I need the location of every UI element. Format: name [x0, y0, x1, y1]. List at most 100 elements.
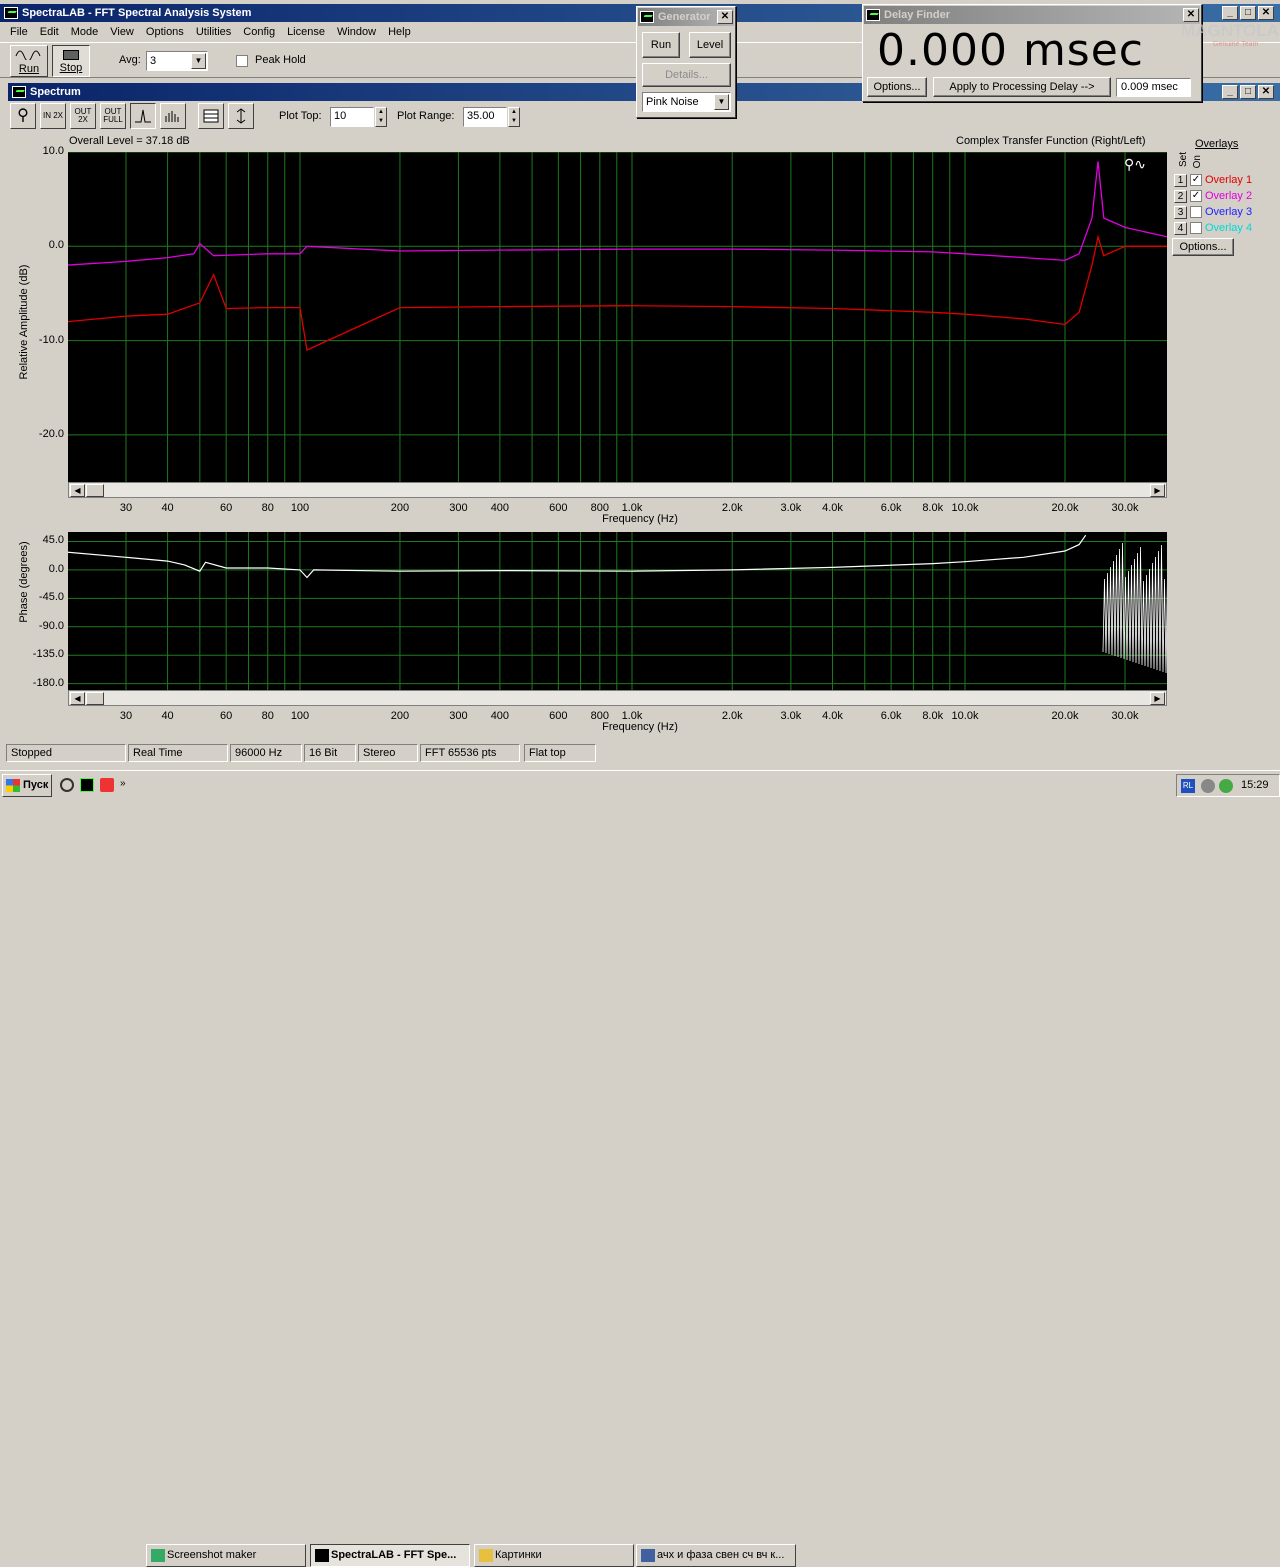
overlay-checkbox[interactable]: ✓	[1190, 190, 1202, 202]
chevron-down-icon[interactable]: ▼	[191, 53, 206, 69]
taskbar-image[interactable]: ачх и фаза свен сч вч к...	[636, 1544, 796, 1567]
x-tick-label: 20.0k	[1051, 502, 1079, 514]
run-button[interactable]: Run	[10, 45, 48, 77]
y-tick-label: 0.0	[48, 562, 64, 575]
generator-details-button[interactable]: Details...	[642, 63, 731, 87]
browser-icon[interactable]	[60, 778, 74, 792]
phase-plot[interactable]	[68, 532, 1167, 690]
close-icon[interactable]: ✕	[1258, 85, 1274, 99]
autoscale-icon[interactable]	[228, 103, 254, 129]
signal-type-select[interactable]: Pink Noise ▼	[642, 92, 731, 112]
generator-level-button[interactable]: Level	[689, 32, 731, 58]
zoom-out-2x-icon[interactable]: OUT 2X	[70, 103, 96, 129]
menu-mode[interactable]: Mode	[65, 26, 105, 38]
menu-config[interactable]: Config	[237, 26, 281, 38]
language-indicator[interactable]: RL	[1181, 779, 1195, 793]
scroll-thumb[interactable]	[86, 692, 104, 705]
app-title: SpectraLAB - FFT Spectral Analysis Syste…	[22, 7, 252, 19]
main-window-controls: _ □ ✕	[1222, 6, 1274, 20]
amplitude-scrollbar[interactable]: ◀ ▶	[68, 482, 1167, 498]
x-tick-label: 600	[549, 710, 568, 722]
scroll-left-icon[interactable]: ◀	[70, 484, 85, 497]
taskbar-folder[interactable]: Картинки	[474, 1544, 634, 1567]
app-icon	[151, 1549, 165, 1562]
x-tick-label: 600	[549, 502, 568, 514]
menu-help[interactable]: Help	[382, 26, 417, 38]
scroll-thumb[interactable]	[86, 484, 104, 497]
chevron-down-icon[interactable]: ▼	[714, 94, 729, 110]
close-icon[interactable]: ✕	[717, 10, 733, 24]
plot-top-input[interactable]: 10	[330, 107, 374, 127]
plot-background	[68, 532, 1167, 690]
spectrum-icon	[12, 86, 26, 98]
menu-options[interactable]: Options	[140, 26, 190, 38]
network-icon[interactable]	[1219, 779, 1233, 793]
menu-window[interactable]: Window	[331, 26, 382, 38]
zoom-out-full-icon[interactable]: OUT FULL	[100, 103, 126, 129]
minimize-icon[interactable]: _	[1222, 85, 1238, 99]
clock: 15:29	[1241, 779, 1269, 791]
x-tick-label: 60	[220, 710, 233, 722]
more-chevron-icon[interactable]: »	[120, 778, 126, 792]
close-icon[interactable]: ✕	[1258, 6, 1274, 20]
overlays-title: Overlays	[1195, 138, 1239, 150]
x-tick-label: 30	[119, 502, 133, 514]
x-tick-label: 200	[390, 502, 410, 514]
opera-icon[interactable]	[100, 778, 114, 792]
phase-scrollbar[interactable]: ◀ ▶	[68, 690, 1167, 706]
menu-edit[interactable]: Edit	[34, 26, 65, 38]
bar-mode-icon[interactable]	[160, 103, 186, 129]
x-tick-label: 6.0k	[880, 502, 902, 514]
taskbar-screenshot-maker[interactable]: Screenshot maker	[146, 1544, 306, 1567]
maximize-icon[interactable]: □	[1240, 6, 1256, 20]
menu-view[interactable]: View	[104, 26, 140, 38]
generator-icon	[640, 11, 654, 23]
plot-range-input[interactable]: 35.00	[463, 107, 507, 127]
overlay-checkbox[interactable]: ✓	[1190, 174, 1202, 186]
y-tick-label: 0.0	[48, 239, 64, 252]
stop-button[interactable]: Stop	[52, 45, 90, 77]
line-mode-icon[interactable]	[130, 103, 156, 129]
app-icon	[479, 1549, 493, 1562]
menu-utilities[interactable]: Utilities	[190, 26, 237, 38]
avg-select[interactable]: 3 ▼	[146, 51, 208, 71]
on-label: On	[1192, 155, 1203, 169]
overlay-set-button[interactable]: 4	[1174, 221, 1187, 235]
stop-icon	[63, 50, 79, 60]
scroll-right-icon[interactable]: ▶	[1150, 484, 1165, 497]
plot-top-spinner[interactable]: ▲ ▼	[375, 107, 387, 127]
amplitude-plot[interactable]	[68, 152, 1167, 482]
overlay-checkbox[interactable]	[1190, 222, 1202, 234]
overlay-set-button[interactable]: 1	[1174, 173, 1187, 187]
table-icon[interactable]	[198, 103, 224, 129]
x-tick-label: 100	[290, 710, 310, 722]
overlay-checkbox[interactable]	[1190, 206, 1202, 218]
y-tick-label: -45.0	[38, 591, 64, 604]
zoom-icon[interactable]: ⚲	[10, 103, 36, 129]
menu-license[interactable]: License	[281, 26, 331, 38]
plot-range-spinner[interactable]: ▲ ▼	[508, 107, 520, 127]
scroll-right-icon[interactable]: ▶	[1150, 692, 1165, 705]
close-icon[interactable]: ✕	[1183, 8, 1199, 22]
menu-file[interactable]: File	[4, 26, 34, 38]
peak-hold-checkbox[interactable]	[236, 55, 248, 67]
taskbar-spectralab[interactable]: SpectraLAB - FFT Spe...	[310, 1544, 470, 1567]
x-tick-label: 3.0k	[780, 710, 802, 722]
generator-signal-icon[interactable]: ⚲∿	[1124, 156, 1146, 173]
overlay-options-button[interactable]: Options...	[1172, 238, 1234, 256]
speaker-icon[interactable]	[1201, 779, 1215, 793]
generator-run-button[interactable]: Run	[642, 32, 680, 58]
maximize-icon[interactable]: □	[1240, 85, 1256, 99]
zoom-in-2x-icon[interactable]: IN 2X	[40, 103, 66, 129]
apply-delay-button[interactable]: Apply to Processing Delay -->	[933, 77, 1111, 97]
start-button[interactable]: Пуск	[2, 774, 52, 797]
y-tick-label: -10.0	[38, 333, 64, 346]
minimize-icon[interactable]: _	[1222, 6, 1238, 20]
overlay-label: Overlay 1	[1205, 174, 1253, 186]
scroll-left-icon[interactable]: ◀	[70, 692, 85, 705]
overlay-set-button[interactable]: 3	[1174, 205, 1187, 219]
overlay-set-button[interactable]: 2	[1174, 189, 1187, 203]
delay-options-button[interactable]: Options...	[867, 77, 927, 97]
spectralab-launch-icon[interactable]	[80, 778, 94, 792]
x-tick-label: 6.0k	[880, 710, 902, 722]
